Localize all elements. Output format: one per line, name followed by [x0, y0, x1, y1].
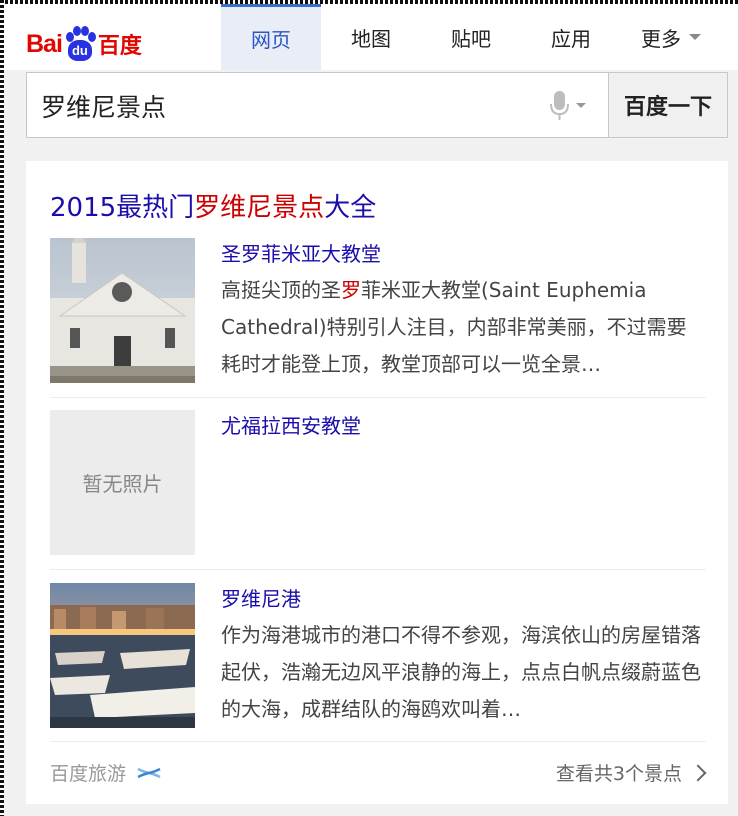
item-description: 高挺尖顶的圣罗菲米亚大教堂(Saint Euphemia Cathedral)特…: [221, 272, 701, 383]
tab-tieba[interactable]: 贴吧: [421, 4, 521, 70]
search-box: [26, 72, 608, 139]
baidu-logo[interactable]: Bai du 百度: [26, 24, 142, 64]
harbor-photo[interactable]: [50, 583, 195, 728]
item-title[interactable]: 尤福拉西安教堂: [221, 410, 361, 439]
search-button[interactable]: 百度一下: [608, 72, 728, 138]
desc-part: 高挺尖顶的圣: [221, 278, 341, 302]
view-all-link[interactable]: 查看共3个景点: [555, 759, 707, 786]
header: Bai du 百度 网页 地图 贴吧 应用 更多: [4, 4, 738, 70]
tab-label: 贴吧: [451, 26, 491, 51]
nav-tabs: 网页 地图 贴吧 应用 更多: [221, 4, 721, 70]
tab-label: 更多: [641, 26, 681, 51]
baidu-travel-icon: [137, 767, 161, 778]
item-title[interactable]: 圣罗菲米亚大教堂: [221, 238, 381, 267]
paw-icon: du: [63, 26, 97, 62]
logo-chinese: 百度: [97, 34, 142, 59]
tab-apps[interactable]: 应用: [521, 4, 621, 70]
page-left-border: [0, 0, 4, 816]
tab-more[interactable]: 更多: [621, 4, 721, 70]
church-photo[interactable]: [50, 238, 195, 383]
tab-map[interactable]: 地图: [321, 4, 421, 70]
tab-label: 网页: [251, 28, 291, 52]
tab-label: 地图: [351, 26, 391, 51]
no-photo-label: 暂无照片: [82, 472, 163, 496]
source-label[interactable]: 百度旅游: [50, 759, 162, 786]
search-input[interactable]: [39, 73, 523, 139]
microphone-icon[interactable]: [548, 90, 588, 122]
no-photo-placeholder[interactable]: 暂无照片: [50, 410, 195, 555]
source-text: 百度旅游: [50, 763, 127, 785]
divider: [50, 741, 706, 742]
item-title[interactable]: 罗维尼港: [221, 583, 301, 612]
logo-paw-text: du: [67, 40, 92, 61]
card-title[interactable]: 2015最热门罗维尼景点大全: [50, 187, 376, 224]
title-prefix: 2015最热门: [50, 193, 195, 223]
desc-highlight: 罗: [341, 278, 361, 302]
chevron-down-icon: [689, 34, 701, 40]
divider: [50, 397, 706, 398]
title-highlight: 罗维尼景点: [194, 193, 325, 223]
search-bar: 百度一下: [26, 72, 728, 139]
tab-web[interactable]: 网页: [221, 4, 321, 70]
list-item: 罗维尼港 作为海港城市的港口不得不参观，海滨依山的房屋错落起伏，浩瀚无边风平浪静…: [50, 583, 706, 728]
divider: [50, 569, 706, 570]
chevron-right-icon: [689, 764, 707, 781]
tab-label: 应用: [551, 26, 591, 51]
logo-latin: Bai: [26, 29, 63, 58]
list-item: 暂无照片 尤福拉西安教堂: [50, 410, 706, 555]
title-suffix: 大全: [324, 193, 377, 223]
item-description: 作为海港城市的港口不得不参观，海滨依山的房屋错落起伏，浩瀚无边风平浪静的海上，点…: [221, 623, 701, 721]
list-item: 圣罗菲米亚大教堂 高挺尖顶的圣罗菲米亚大教堂(Saint Euphemia Ca…: [50, 238, 706, 383]
view-all-text: 查看共3个景点: [555, 763, 682, 785]
attractions-card: 2015最热门罗维尼景点大全 圣罗菲米亚大教堂 高挺尖顶的圣罗菲米亚大教堂(Sa…: [26, 161, 728, 804]
